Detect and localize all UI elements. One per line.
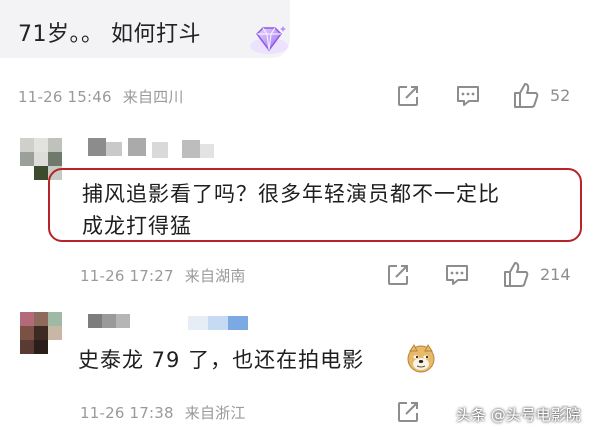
share-icon[interactable] xyxy=(396,84,420,108)
comment-time: 11-26 17:27 xyxy=(80,267,174,285)
avatar[interactable] xyxy=(20,312,76,354)
comment-location: 来自湖南 xyxy=(184,267,246,285)
username[interactable] xyxy=(88,314,258,332)
comment-meta: 11-26 15:46 来自四川 xyxy=(18,86,184,107)
comment-location: 来自四川 xyxy=(122,88,184,106)
comment-time: 11-26 17:38 xyxy=(80,404,174,422)
comment-text: 71岁。。 如何打斗 xyxy=(18,22,201,47)
diamond-badge-icon xyxy=(250,26,288,54)
like-count: 52 xyxy=(550,86,571,105)
reply-icon[interactable] xyxy=(444,263,470,287)
comment-text-line: 捕风追影看了吗？很多年轻演员都不一定比 xyxy=(82,182,500,206)
like-icon[interactable] xyxy=(502,261,530,288)
username[interactable] xyxy=(88,138,228,166)
share-icon[interactable] xyxy=(396,400,420,424)
comment-location: 来自浙江 xyxy=(184,404,246,422)
comment-time: 11-26 15:46 xyxy=(18,88,112,106)
share-icon[interactable] xyxy=(386,263,410,287)
comment-meta: 11-26 17:38 来自浙江 xyxy=(80,402,246,423)
like-count: 214 xyxy=(540,265,571,284)
reply-icon[interactable] xyxy=(455,84,481,108)
comment-text-line: 成龙打得猛 xyxy=(82,214,192,238)
like-icon[interactable] xyxy=(512,82,540,109)
watermark: 头条 @头号电影院 xyxy=(456,406,581,424)
comment-text: 史泰龙 79 了，也还在拍电影 xyxy=(78,348,365,372)
comment-meta: 11-26 17:27 来自湖南 xyxy=(80,265,246,286)
doge-emoji-icon xyxy=(407,344,435,373)
